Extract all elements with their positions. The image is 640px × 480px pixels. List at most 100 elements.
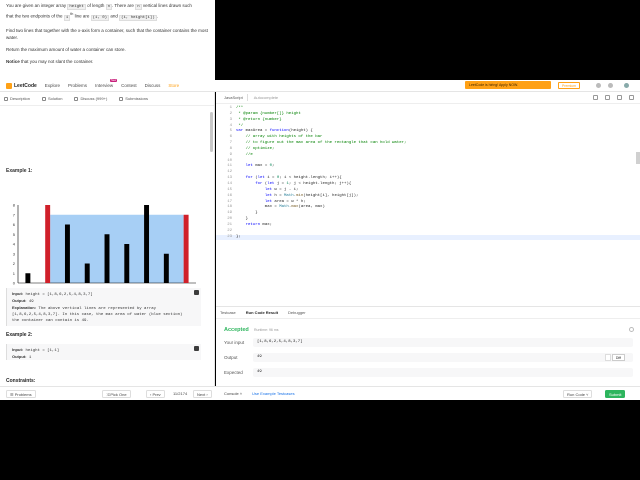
desc-code: (i, 0) <box>90 14 110 21</box>
problems-label: Problems <box>14 392 32 397</box>
diff-toggle[interactable] <box>605 354 611 361</box>
bar <box>84 263 90 283</box>
tab-testcase[interactable]: Testcase <box>220 310 236 315</box>
desc-notice-bold: Notice <box>6 58 20 64</box>
info-icon[interactable] <box>629 327 634 332</box>
pick-one-label: Pick One <box>110 392 127 397</box>
avatar[interactable] <box>624 83 629 88</box>
code-text: // array with heights of the bar <box>236 135 323 140</box>
promo-banner[interactable]: LeetCode is hiring! Apply NOW. <box>465 81 551 89</box>
left-tabs: Description Solution Discuss (999+) Subm… <box>0 92 214 106</box>
notification-icon[interactable] <box>596 83 601 88</box>
y-tick-label: 1 <box>13 271 16 276</box>
screen: You are given an integer array height of… <box>0 0 640 480</box>
code-text: }; <box>236 234 241 239</box>
top-nav: LeetCode Explore Problems Interview Cont… <box>0 79 640 92</box>
code-text: var maxArea = function(height) { <box>236 129 313 134</box>
console-button[interactable]: Console ˄ <box>221 390 246 398</box>
y-tick-label: 4 <box>13 242 16 247</box>
runtime-text: Runtime: 96 ms <box>254 328 279 332</box>
bar <box>64 224 70 283</box>
bar <box>124 244 130 283</box>
tab-description[interactable]: Description <box>4 96 30 101</box>
example2-output: 1 <box>28 356 32 360</box>
flask-icon <box>42 96 47 101</box>
fullscreen-icon[interactable] <box>629 95 634 100</box>
left-scrollbar[interactable] <box>210 112 213 152</box>
code-text: let w = j - i; <box>264 187 299 192</box>
code-editor: JavaScript Autocomplete 1/** 2 * @param {… <box>216 92 640 306</box>
nav-store[interactable]: Store <box>168 83 179 88</box>
letterbox-top: You are given an integer array height of… <box>0 0 640 80</box>
info-icon[interactable] <box>593 95 598 100</box>
nav-interview[interactable]: Interview <box>95 79 118 88</box>
bottom-bar: ☰ Problems ⤨ Pick One ‹ Prev 11/2174 Nex… <box>0 386 640 400</box>
desc-text: and <box>110 13 118 19</box>
page-indicator: 11/2174 <box>170 390 191 398</box>
diff-button[interactable]: Diff <box>611 354 625 361</box>
prev-label: Prev <box>152 392 161 397</box>
desc-text: of length <box>87 3 105 8</box>
tab-run-code-result[interactable]: Run Code Result <box>246 310 278 315</box>
code-text: let h = Math.min(height[i], height[j]); <box>264 193 359 198</box>
code-text: } <box>236 211 258 216</box>
description-panel: Description Solution Discuss (999+) Subm… <box>0 92 215 386</box>
expected-label: Expected <box>224 370 243 375</box>
bar <box>25 273 31 283</box>
copy-icon[interactable] <box>194 346 199 351</box>
use-example-testcases[interactable]: Use Example Testcases <box>249 390 298 398</box>
input-label: Input: <box>12 291 24 296</box>
submit-button[interactable]: Submit <box>605 390 626 398</box>
editor-scrollbar[interactable] <box>636 152 640 164</box>
bar <box>104 234 110 283</box>
settings-icon[interactable] <box>617 95 622 100</box>
problems-button[interactable]: ☰ Problems <box>6 390 36 398</box>
line-number: 23 <box>227 234 232 239</box>
nav-discuss[interactable]: Discuss <box>145 83 161 88</box>
desc-text: line are <box>74 13 90 19</box>
description-content: Example 1: <box>0 106 214 174</box>
tab-debugger[interactable]: Debugger <box>288 310 306 315</box>
code-text: let max = 0; <box>245 164 275 169</box>
desc-text: vertical lines drawn such <box>142 3 192 8</box>
nav-explore[interactable]: Explore <box>45 83 60 88</box>
code-text: * @param {number[]} height <box>236 111 301 116</box>
reset-icon[interactable] <box>605 95 610 100</box>
nav-contest[interactable]: Contest <box>121 83 137 88</box>
example2-title: Example 2: <box>6 332 33 338</box>
code-text: // to figure out the max area of the rec… <box>236 141 407 146</box>
code-area[interactable]: 1/** 2 * @param {number[]} height 3 * @ret… <box>216 106 640 241</box>
tab-submissions[interactable]: Submissions <box>119 96 148 101</box>
pick-one-button[interactable]: ⤨ Pick One <box>102 390 131 398</box>
y-tick-label: 3 <box>13 251 16 256</box>
code-line[interactable]: 23}; <box>216 234 640 241</box>
autocomplete-toggle[interactable]: Autocomplete <box>254 95 278 100</box>
copy-icon[interactable] <box>194 290 199 295</box>
run-code-button[interactable]: Run Code ˅ <box>563 390 593 398</box>
output-value: 49 <box>257 355 262 359</box>
editor-toolbar: JavaScript Autocomplete <box>216 92 640 104</box>
language-select[interactable]: JavaScript <box>220 94 248 101</box>
settings-icon[interactable] <box>608 83 613 88</box>
desc-paragraph: Return the maximum amount of water a con… <box>6 46 126 52</box>
tab-label: Description <box>10 96 31 101</box>
nav-problems[interactable]: Problems <box>68 83 87 88</box>
y-tick-label: 7 <box>13 212 16 217</box>
desc-text: that the two endpoints of the <box>6 13 63 19</box>
y-tick-label: 2 <box>13 261 16 266</box>
code-text: // optimize; <box>236 146 275 151</box>
prev-button[interactable]: ‹ Prev <box>146 390 165 398</box>
premium-button[interactable]: Premium <box>558 82 581 89</box>
next-button[interactable]: Next › <box>193 390 212 398</box>
bar <box>163 253 169 283</box>
logo[interactable]: LeetCode <box>6 82 37 89</box>
tab-solution[interactable]: Solution <box>42 96 62 101</box>
tab-discuss[interactable]: Discuss (999+) <box>74 96 107 101</box>
code-text: * @return {number} <box>236 117 282 122</box>
constraints-title: Constraints: <box>6 378 36 384</box>
code-text: return max; <box>245 222 273 227</box>
desc-code: height <box>67 4 86 10</box>
desc-text: . There are <box>112 3 134 8</box>
leetcode-logo-icon <box>6 82 12 89</box>
status-accepted: Accepted <box>224 327 249 333</box>
